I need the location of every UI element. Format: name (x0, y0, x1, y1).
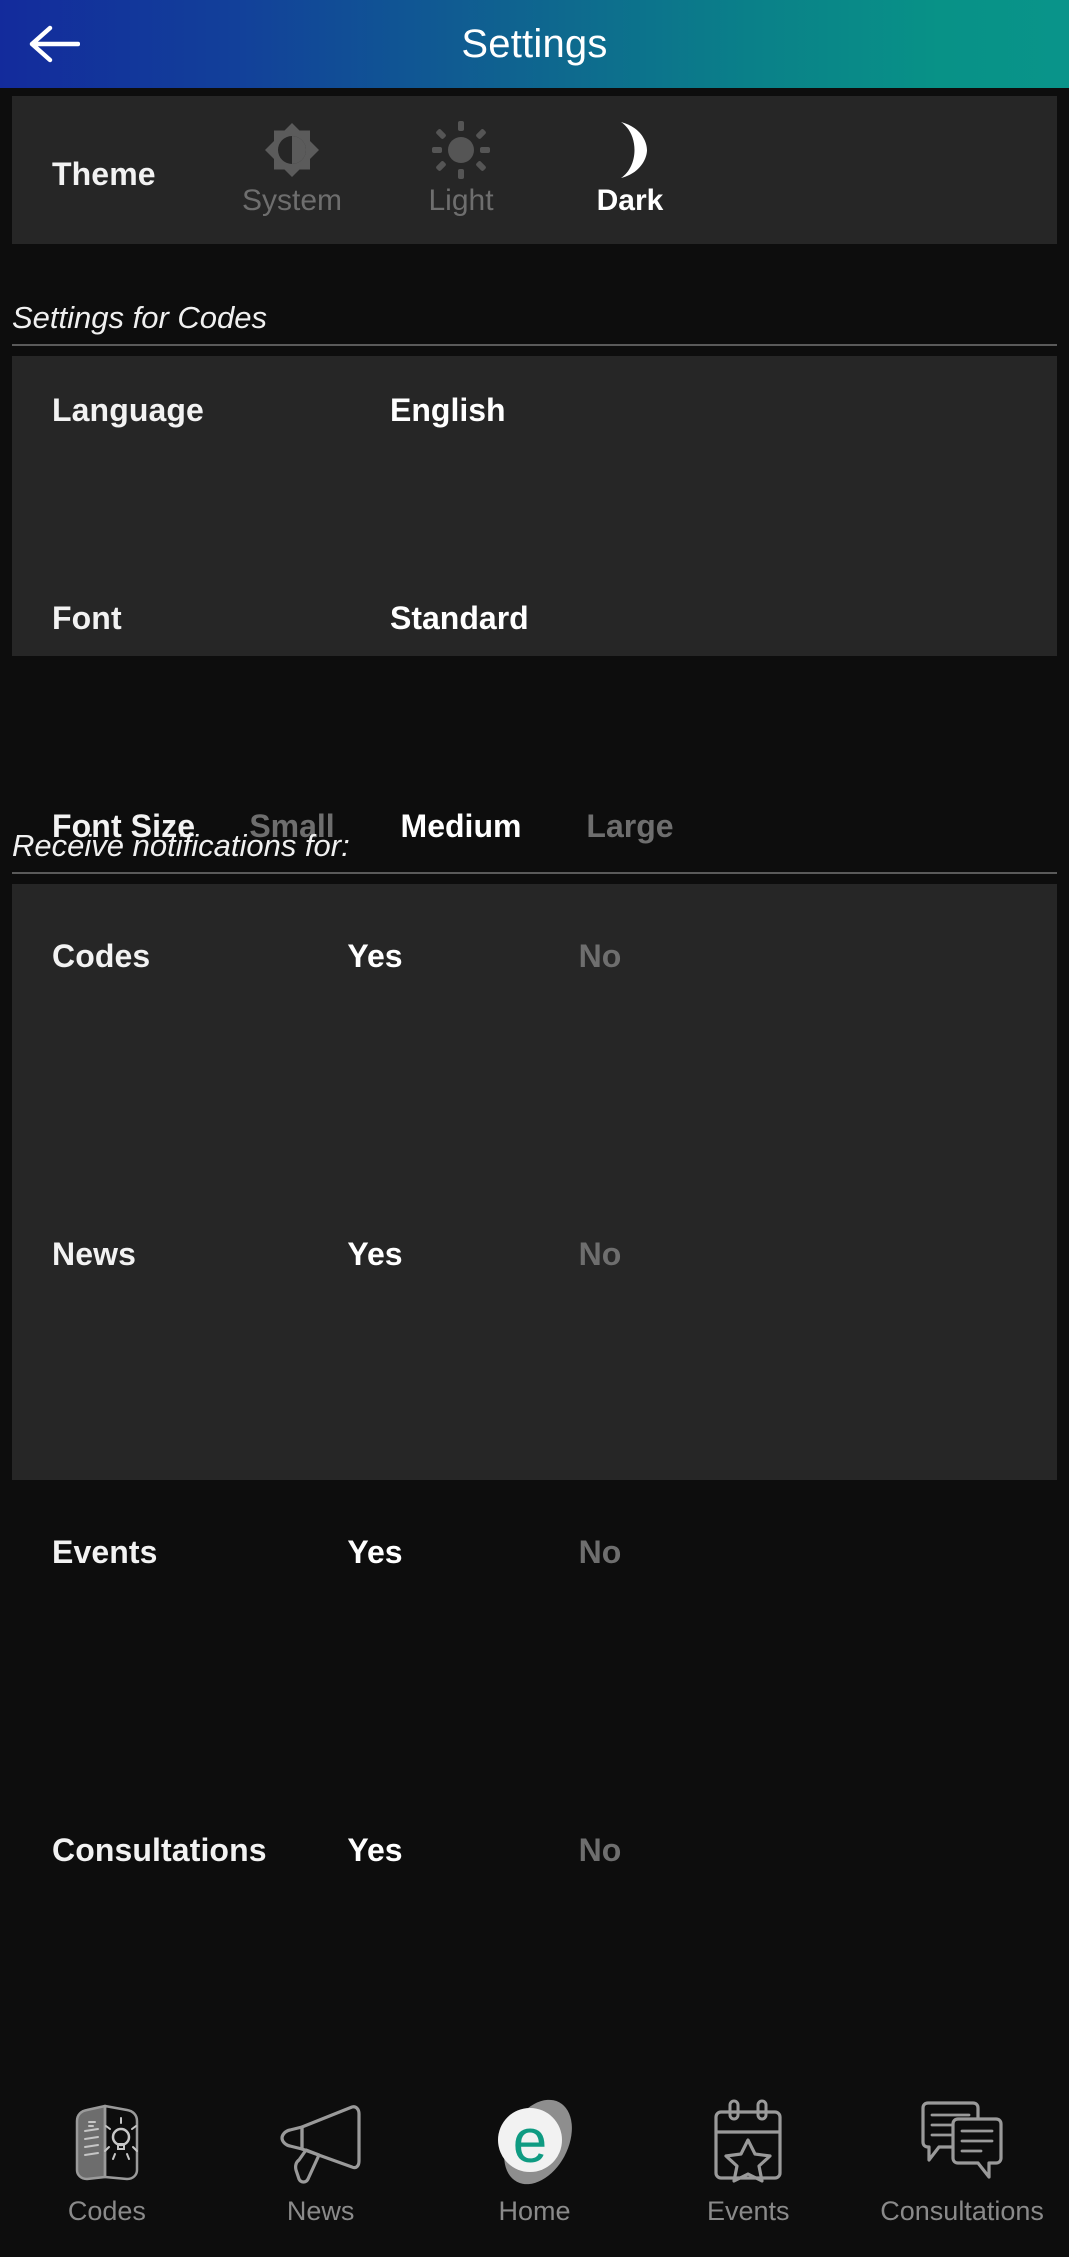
sun-icon (432, 121, 490, 179)
megaphone-icon (274, 2094, 368, 2190)
section-notifications: Receive notifications for: (12, 828, 1057, 874)
arrow-left-icon (28, 24, 80, 64)
section-notifications-divider (12, 872, 1057, 874)
notification-codes-no[interactable]: No (579, 938, 622, 975)
theme-option-light-label: Light (428, 184, 494, 217)
language-label: Language (52, 392, 204, 428)
calendar-star-icon (704, 2094, 792, 2190)
theme-option-dark[interactable]: Dark (530, 96, 730, 244)
e-logo-icon: e (486, 2094, 582, 2190)
nav-item-news[interactable]: News (221, 2094, 421, 2227)
nav-item-codes-label: Codes (67, 2196, 146, 2226)
section-codes-title: Settings for Codes (12, 300, 268, 335)
notification-row-consultations: Consultations Yes No (12, 1331, 1057, 1868)
nav-item-events-label: Events (707, 2196, 790, 2226)
nav-item-news-label: News (286, 2196, 355, 2226)
nav-item-codes[interactable]: Codes (7, 2094, 207, 2227)
notification-consultations-no[interactable]: No (579, 1832, 622, 1869)
page-title: Settings (461, 21, 608, 66)
row-language[interactable]: Language English (12, 356, 1057, 460)
theme-card: Theme System Light Dark (12, 96, 1057, 244)
settings-screen: Settings Theme System Light Dark Setting… (0, 0, 1069, 2257)
notification-row-codes: Codes Yes No (12, 884, 1057, 1033)
bottom-navigation-bar: Codes News e Home Events Consultations (0, 2067, 1069, 2257)
section-notifications-title: Receive notifications for: (12, 828, 350, 863)
svg-text:e: e (513, 2107, 547, 2176)
nav-item-consultations[interactable]: Consultations (862, 2094, 1062, 2227)
nav-item-consultations-label: Consultations (880, 2196, 1044, 2226)
notification-events-no[interactable]: No (579, 1534, 622, 1571)
brightness-auto-icon (263, 122, 321, 178)
theme-option-dark-label: Dark (596, 184, 664, 217)
notification-row-events: Events Yes No (12, 1182, 1057, 1570)
notification-events-label: Events (52, 1534, 158, 1570)
theme-option-system-label: System (241, 184, 343, 217)
notification-consultations-label: Consultations (52, 1832, 267, 1868)
notification-codes-yes[interactable]: Yes (347, 938, 402, 975)
nav-item-events[interactable]: Events (648, 2094, 848, 2227)
speech-bubbles-icon (915, 2094, 1009, 2190)
codes-settings-card: Language English Font Standard Font Size… (12, 356, 1057, 844)
book-lightbulb-icon (69, 2094, 145, 2190)
row-font[interactable]: Font Standard (12, 460, 1057, 636)
app-header: Settings (0, 0, 1069, 88)
notifications-card: Codes Yes No News Yes No Events Yes No C… (12, 884, 1057, 1868)
section-codes-divider (12, 344, 1057, 346)
back-button[interactable] (26, 16, 82, 72)
notification-row-news: News Yes No (12, 1033, 1057, 1272)
nav-item-home[interactable]: e Home (434, 2094, 634, 2227)
theme-label: Theme (52, 156, 156, 192)
moon-icon (601, 122, 659, 178)
language-value[interactable]: English (390, 392, 506, 429)
row-font-size: Font Size Small Medium Large (12, 564, 1057, 844)
notification-codes-label: Codes (52, 938, 151, 974)
nav-item-home-label: Home (498, 2196, 571, 2226)
section-codes: Settings for Codes (12, 300, 1057, 346)
notification-consultations-yes[interactable]: Yes (347, 1832, 402, 1869)
notification-events-yes[interactable]: Yes (347, 1534, 402, 1571)
